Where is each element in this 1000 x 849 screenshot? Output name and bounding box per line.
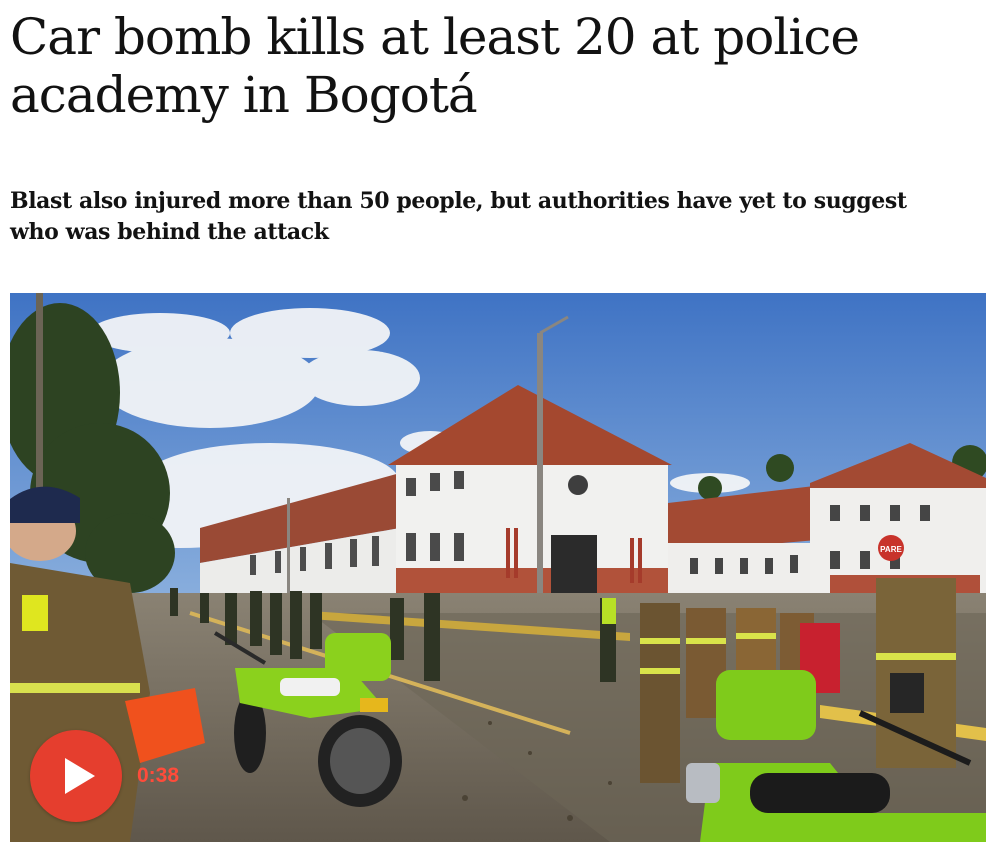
play-button[interactable] <box>30 730 122 822</box>
video-thumbnail: PARE <box>10 293 986 842</box>
stop-sign-text: PARE <box>880 545 902 554</box>
video-player[interactable]: PARE 0:38 <box>10 293 986 842</box>
play-icon <box>65 758 95 794</box>
video-duration: 0:38 <box>137 764 180 787</box>
article-headline: Car bomb kills at least 20 at police aca… <box>10 8 860 124</box>
article-standfirst: Blast also injured more than 50 people, … <box>10 188 907 245</box>
